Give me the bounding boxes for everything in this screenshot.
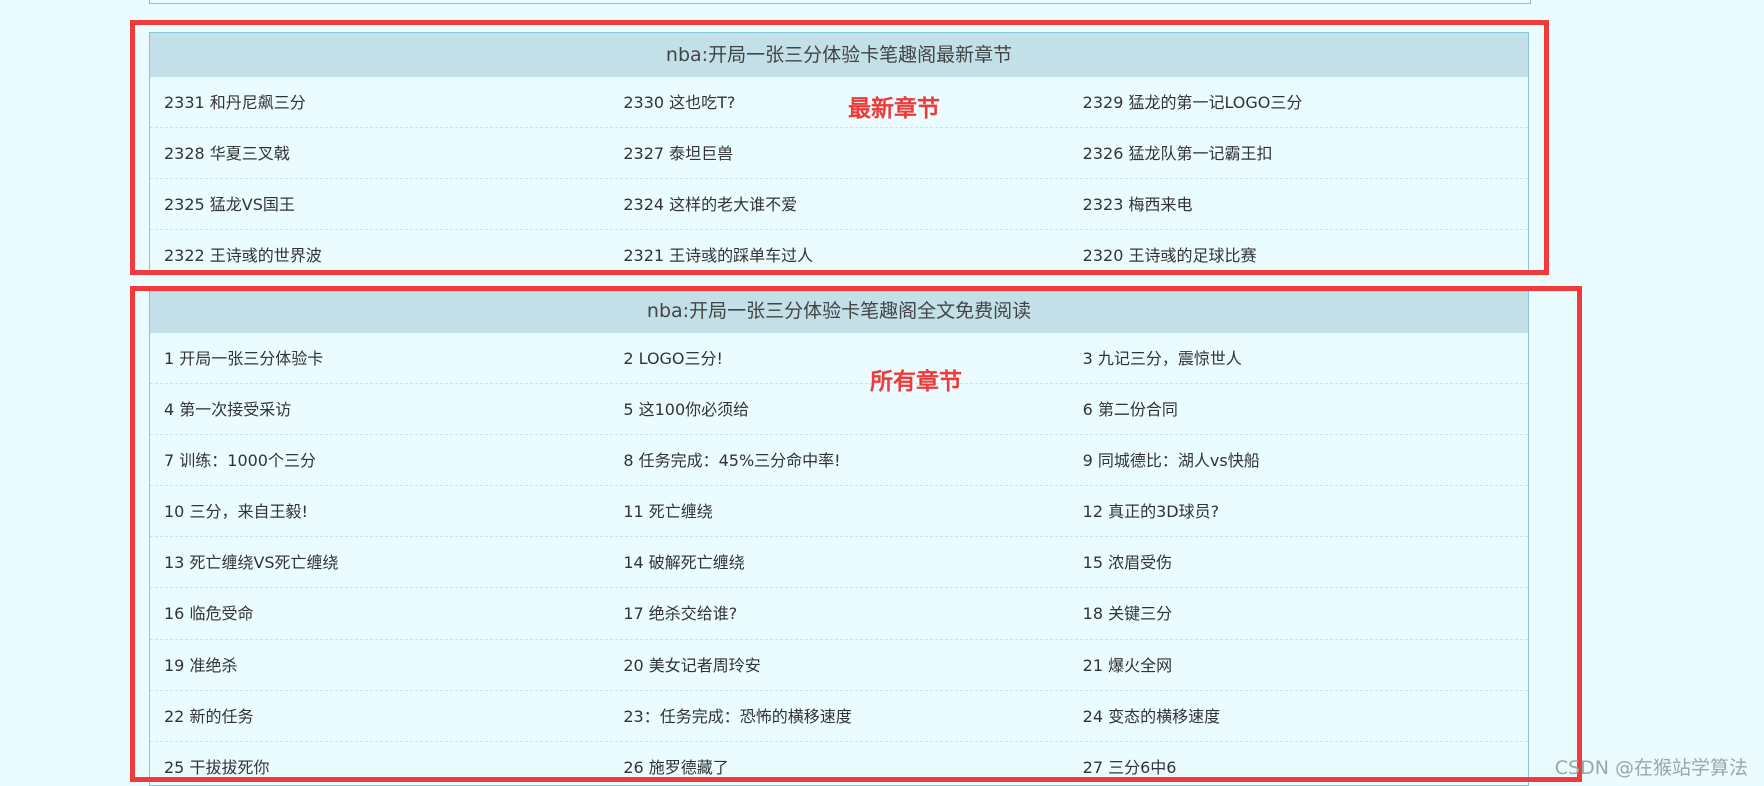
chapter-link[interactable]: 8 任务完成：45%三分命中率! (609, 435, 1068, 485)
all-chapters-panel: nba:开局一张三分体验卡笔趣阁全文免费阅读 1 开局一张三分体验卡 2 LOGO… (149, 288, 1529, 786)
chapter-link[interactable]: 2326 猛龙队第一记霸王扣 (1069, 128, 1528, 178)
chapter-link[interactable]: 17 绝杀交给谁? (609, 588, 1068, 638)
chapter-link[interactable]: 2325 猛龙VS国王 (150, 179, 609, 229)
latest-chapters-panel: nba:开局一张三分体验卡笔趣阁最新章节 2331 和丹尼飙三分 2330 这也吃… (149, 32, 1529, 272)
chapter-row: 2325 猛龙VS国王 2324 这样的老大谁不爱 2323 梅西来电 (150, 179, 1528, 230)
chapter-link[interactable]: 7 训练：1000个三分 (150, 435, 609, 485)
chapter-link[interactable]: 3 九记三分，震惊世人 (1069, 333, 1528, 383)
chapter-link[interactable]: 2330 这也吃T? (609, 77, 1068, 127)
chapter-link[interactable]: 26 施罗德藏了 (609, 742, 1068, 786)
chapter-link[interactable]: 21 爆火全网 (1069, 640, 1528, 690)
chapter-link[interactable]: 13 死亡缠绕VS死亡缠绕 (150, 537, 609, 587)
latest-chapters-list: 2331 和丹尼飙三分 2330 这也吃T? 2329 猛龙的第一记LOGO三分 23… (150, 77, 1528, 281)
chapter-row: 2331 和丹尼飙三分 2330 这也吃T? 2329 猛龙的第一记LOGO三分 (150, 77, 1528, 128)
annotation-all-chapters: 所有章节 (870, 369, 962, 395)
chapter-link[interactable]: 5 这100你必须给 (609, 384, 1068, 434)
chapter-link[interactable]: 2329 猛龙的第一记LOGO三分 (1069, 77, 1528, 127)
chapter-row: 22 新的任务 23：任务完成：恐怖的横移速度 24 变态的横移速度 (150, 691, 1528, 742)
chapter-link[interactable]: 12 真正的3D球员? (1069, 486, 1528, 536)
chapter-link[interactable]: 4 第一次接受采访 (150, 384, 609, 434)
csdn-watermark: CSDN @在猴站学算法 (1554, 757, 1748, 779)
chapter-link[interactable]: 2327 泰坦巨兽 (609, 128, 1068, 178)
chapter-link[interactable]: 2328 华夏三叉戟 (150, 128, 609, 178)
page: nba:开局一张三分体验卡笔趣阁最新章节 2331 和丹尼飙三分 2330 这也吃… (0, 0, 1764, 786)
chapter-row: 13 死亡缠绕VS死亡缠绕 14 破解死亡缠绕 15 浓眉受伤 (150, 537, 1528, 589)
chapter-link[interactable]: 2321 王诗彧的踩单车过人 (609, 230, 1068, 281)
chapter-link[interactable]: 18 关键三分 (1069, 588, 1528, 638)
chapter-link[interactable]: 22 新的任务 (150, 691, 609, 741)
chapter-link[interactable]: 2322 王诗彧的世界波 (150, 230, 609, 281)
chapter-link[interactable]: 16 临危受命 (150, 588, 609, 638)
chapter-row: 1 开局一张三分体验卡 2 LOGO三分! 3 九记三分，震惊世人 (150, 333, 1528, 385)
chapter-row: 16 临危受命 17 绝杀交给谁? 18 关键三分 (150, 588, 1528, 640)
chapter-link[interactable]: 10 三分，来自王毅! (150, 486, 609, 536)
chapter-link[interactable]: 2331 和丹尼飙三分 (150, 77, 609, 127)
chapter-link[interactable]: 24 变态的横移速度 (1069, 691, 1528, 741)
chapter-row: 7 训练：1000个三分 8 任务完成：45%三分命中率! 9 同城德比：湖人vs快… (150, 435, 1528, 487)
chapter-link[interactable]: 2 LOGO三分! (609, 333, 1068, 383)
chapter-link[interactable]: 1 开局一张三分体验卡 (150, 333, 609, 383)
chapter-link[interactable]: 19 准绝杀 (150, 640, 609, 690)
chapter-row: 25 干拔拔死你 26 施罗德藏了 27 三分6中6 (150, 742, 1528, 786)
latest-chapters-title: nba:开局一张三分体验卡笔趣阁最新章节 (150, 33, 1528, 77)
chapter-link[interactable]: 2324 这样的老大谁不爱 (609, 179, 1068, 229)
chapter-link[interactable]: 6 第二份合同 (1069, 384, 1528, 434)
chapter-row: 2322 王诗彧的世界波 2321 王诗彧的踩单车过人 2320 王诗彧的足球比赛 (150, 230, 1528, 281)
chapter-link[interactable]: 11 死亡缠绕 (609, 486, 1068, 536)
all-chapters-title: nba:开局一张三分体验卡笔趣阁全文免费阅读 (150, 289, 1528, 333)
chapter-link[interactable]: 20 美女记者周玲安 (609, 640, 1068, 690)
all-chapters-list: 1 开局一张三分体验卡 2 LOGO三分! 3 九记三分，震惊世人 4 第一次接受采访… (150, 333, 1528, 786)
chapter-row: 2328 华夏三叉戟 2327 泰坦巨兽 2326 猛龙队第一记霸王扣 (150, 128, 1528, 179)
chapter-link[interactable]: 2323 梅西来电 (1069, 179, 1528, 229)
chapter-link[interactable]: 23：任务完成：恐怖的横移速度 (609, 691, 1068, 741)
chapter-link[interactable]: 15 浓眉受伤 (1069, 537, 1528, 587)
chapter-link[interactable]: 2320 王诗彧的足球比赛 (1069, 230, 1528, 281)
chapter-row: 10 三分，来自王毅! 11 死亡缠绕 12 真正的3D球员? (150, 486, 1528, 538)
chapter-row: 4 第一次接受采访 5 这100你必须给 6 第二份合同 (150, 384, 1528, 436)
chapter-link[interactable]: 25 干拔拔死你 (150, 742, 609, 786)
annotation-latest-chapters: 最新章节 (848, 96, 940, 122)
previous-panel-edge (149, 0, 1531, 4)
chapter-row: 19 准绝杀 20 美女记者周玲安 21 爆火全网 (150, 640, 1528, 691)
chapter-link[interactable]: 14 破解死亡缠绕 (609, 537, 1068, 587)
chapter-link[interactable]: 27 三分6中6 (1069, 742, 1528, 786)
chapter-link[interactable]: 9 同城德比：湖人vs快船 (1069, 435, 1528, 485)
